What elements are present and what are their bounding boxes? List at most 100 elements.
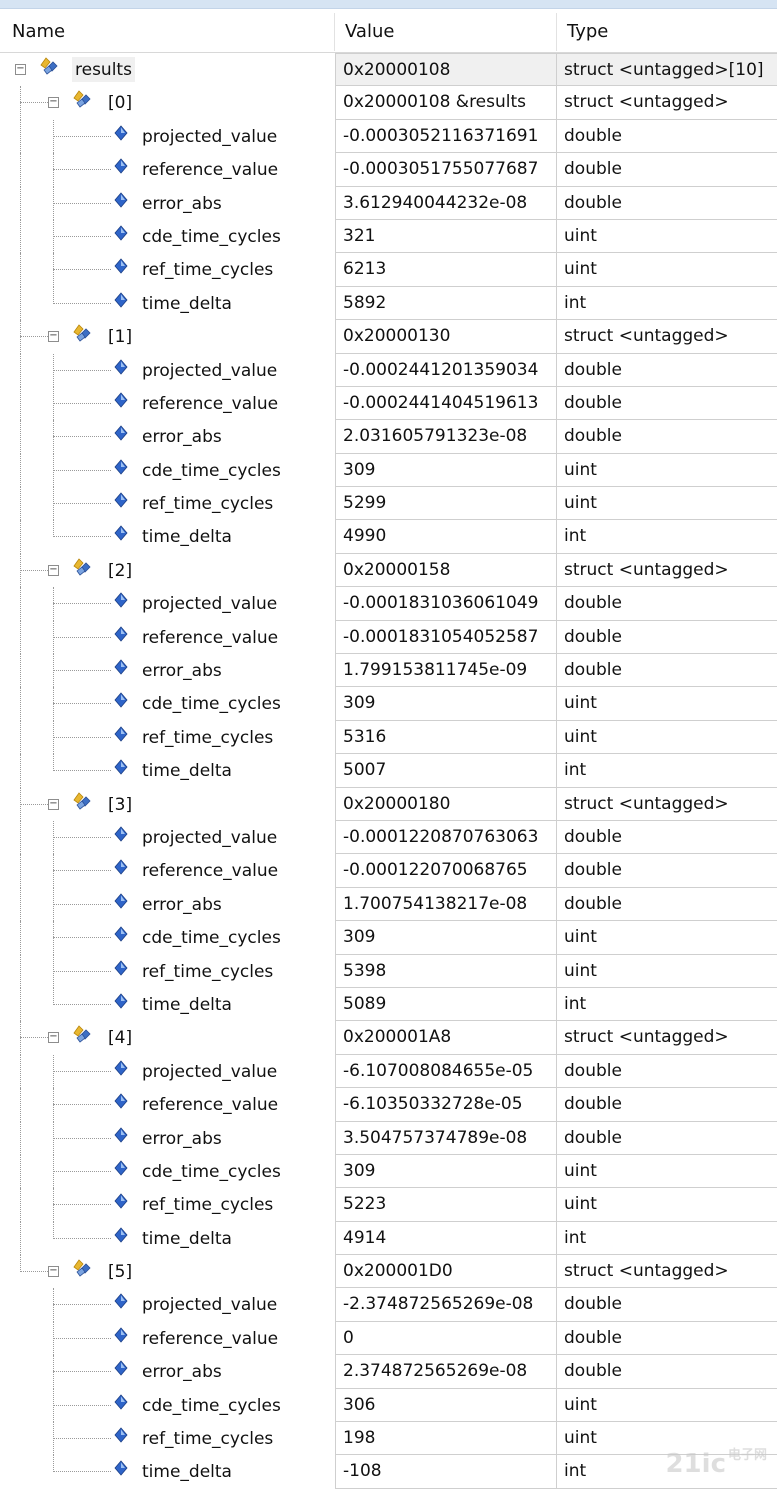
name-cell[interactable]: time_delta [0,987,333,1022]
name-cell[interactable]: − [3] [0,787,333,821]
name-cell[interactable]: cde_time_cycles [0,687,333,721]
tree-row-field[interactable]: error_abs 1.700754138217e-08 double [0,887,777,922]
name-cell[interactable]: error_abs [0,420,333,454]
tree-row-field[interactable]: reference_value -0.0002441404519613 double [0,386,777,421]
value-cell[interactable]: -2.374872565269e-08 [335,1288,557,1322]
column-header-value[interactable]: Value [345,9,394,52]
tree-row-field[interactable]: error_abs 2.374872565269e-08 double [0,1355,777,1389]
collapse-toggle[interactable]: − [48,331,59,343]
name-cell[interactable]: error_abs [0,1355,333,1389]
tree-row-field[interactable]: projected_value -0.0002441201359034 double [0,353,777,387]
tree-row-field[interactable]: ref_time_cycles 5398 uint [0,954,777,988]
name-cell[interactable]: reference_value [0,854,333,888]
value-cell[interactable]: 0x20000130 [335,320,557,354]
name-cell[interactable]: − [1] [0,320,333,354]
tree-row-field[interactable]: cde_time_cycles 309 uint [0,1154,777,1189]
value-cell[interactable]: 306 [335,1388,557,1423]
tree-row-field[interactable]: reference_value -0.000122070068765 double [0,854,777,888]
tree-row-field[interactable]: reference_value -0.0001831054052587 double [0,620,777,655]
value-cell[interactable]: 1.700754138217e-08 [335,887,557,922]
tree-row-field[interactable]: cde_time_cycles 309 uint [0,687,777,721]
value-cell[interactable]: 0x20000158 [335,553,557,588]
value-cell[interactable]: 0 [335,1321,557,1356]
collapse-toggle[interactable]: − [48,1032,59,1044]
tree-row-field[interactable]: error_abs 3.504757374789e-08 double [0,1121,777,1155]
tree-row-field[interactable]: error_abs 2.031605791323e-08 double [0,420,777,454]
name-cell[interactable]: projected_value [0,587,333,621]
value-cell[interactable]: 4914 [335,1221,557,1256]
name-cell[interactable]: ref_time_cycles [0,1188,333,1222]
value-cell[interactable]: 321 [335,219,557,254]
tree-row-field[interactable]: projected_value -2.374872565269e-08 double [0,1288,777,1322]
column-divider[interactable] [556,13,557,51]
tree-row-field[interactable]: time_delta -108 int [0,1455,777,1489]
name-cell[interactable]: ref_time_cycles [0,720,333,755]
name-cell[interactable]: ref_time_cycles [0,1422,333,1456]
collapse-toggle[interactable]: − [15,64,26,75]
name-cell[interactable]: projected_value [0,820,333,855]
name-cell[interactable]: − [5] [0,1255,333,1288]
name-cell[interactable]: reference_value [0,386,333,421]
value-cell[interactable]: -6.10350332728e-05 [335,1088,557,1122]
tree-row-field[interactable]: cde_time_cycles 306 uint [0,1388,777,1423]
name-cell[interactable]: ref_time_cycles [0,253,333,287]
value-cell[interactable]: 0x200001A8 [335,1021,557,1055]
tree-row-field[interactable]: cde_time_cycles 309 uint [0,453,777,488]
value-cell[interactable]: 5089 [335,987,557,1022]
value-cell[interactable]: 309 [335,1154,557,1189]
name-cell[interactable]: cde_time_cycles [0,1154,333,1189]
collapse-toggle[interactable]: − [48,564,59,576]
tree-row-field[interactable]: projected_value -0.0003052116371691 double [0,119,777,154]
name-cell[interactable]: projected_value [0,1288,333,1322]
value-cell[interactable]: 309 [335,453,557,488]
value-cell[interactable]: 6213 [335,253,557,287]
tree-row-field[interactable]: reference_value -6.10350332728e-05 double [0,1088,777,1122]
tree-row-field[interactable]: projected_value -0.0001831036061049 double [0,587,777,621]
tree-row-field[interactable]: time_delta 5892 int [0,286,777,321]
value-cell[interactable]: -0.0001831036061049 [335,587,557,621]
value-cell[interactable]: 309 [335,687,557,721]
name-cell[interactable]: − [0] [0,86,333,120]
name-cell[interactable]: error_abs [0,887,333,922]
tree-row-field[interactable]: projected_value -6.107008084655e-05 double [0,1054,777,1089]
value-cell[interactable]: 4990 [335,520,557,554]
name-cell[interactable]: reference_value [0,1088,333,1122]
value-cell[interactable]: 2.374872565269e-08 [335,1355,557,1389]
column-divider[interactable] [334,13,335,51]
tree-row-struct[interactable]: − [4] 0x200001A8 struct <untagged> [0,1021,777,1055]
name-cell[interactable]: cde_time_cycles [0,1388,333,1423]
value-cell[interactable]: 3.612940044232e-08 [335,186,557,220]
value-cell[interactable]: -108 [335,1455,557,1489]
value-cell[interactable]: -0.0001220870763063 [335,820,557,855]
value-cell[interactable]: 0x20000108 [335,53,557,87]
tree-row-field[interactable]: ref_time_cycles 6213 uint [0,253,777,287]
name-cell[interactable]: projected_value [0,119,333,154]
tree-row-field[interactable]: error_abs 3.612940044232e-08 double [0,186,777,220]
tree-row-field[interactable]: ref_time_cycles 198 uint [0,1422,777,1456]
value-cell[interactable]: -0.0001831054052587 [335,620,557,655]
tree-row-struct[interactable]: − [3] 0x20000180 struct <untagged> [0,787,777,821]
tree-row-field[interactable]: reference_value -0.0003051755077687 double [0,153,777,187]
value-cell[interactable]: 5223 [335,1188,557,1222]
tree-row-field[interactable]: ref_time_cycles 5316 uint [0,720,777,755]
value-cell[interactable]: 5316 [335,720,557,755]
value-cell[interactable]: -0.0002441201359034 [335,353,557,387]
name-cell[interactable]: time_delta [0,1455,333,1488]
name-cell[interactable]: time_delta [0,520,333,554]
name-cell[interactable]: − results [0,53,333,86]
tree-row-field[interactable]: reference_value 0 double [0,1321,777,1356]
value-cell[interactable]: 1.799153811745e-09 [335,654,557,688]
value-cell[interactable]: -0.000122070068765 [335,854,557,888]
value-cell[interactable]: 5299 [335,487,557,521]
name-cell[interactable]: cde_time_cycles [0,921,333,955]
name-cell[interactable]: time_delta [0,1221,333,1256]
name-cell[interactable]: error_abs [0,654,333,688]
value-cell[interactable]: -6.107008084655e-05 [335,1054,557,1089]
tree-row-field[interactable]: ref_time_cycles 5299 uint [0,487,777,521]
name-cell[interactable]: projected_value [0,1054,333,1089]
name-cell[interactable]: cde_time_cycles [0,219,333,254]
value-cell[interactable]: -0.0003052116371691 [335,119,557,154]
name-cell[interactable]: reference_value [0,153,333,187]
name-cell[interactable]: error_abs [0,186,333,220]
value-cell[interactable]: 5398 [335,954,557,988]
